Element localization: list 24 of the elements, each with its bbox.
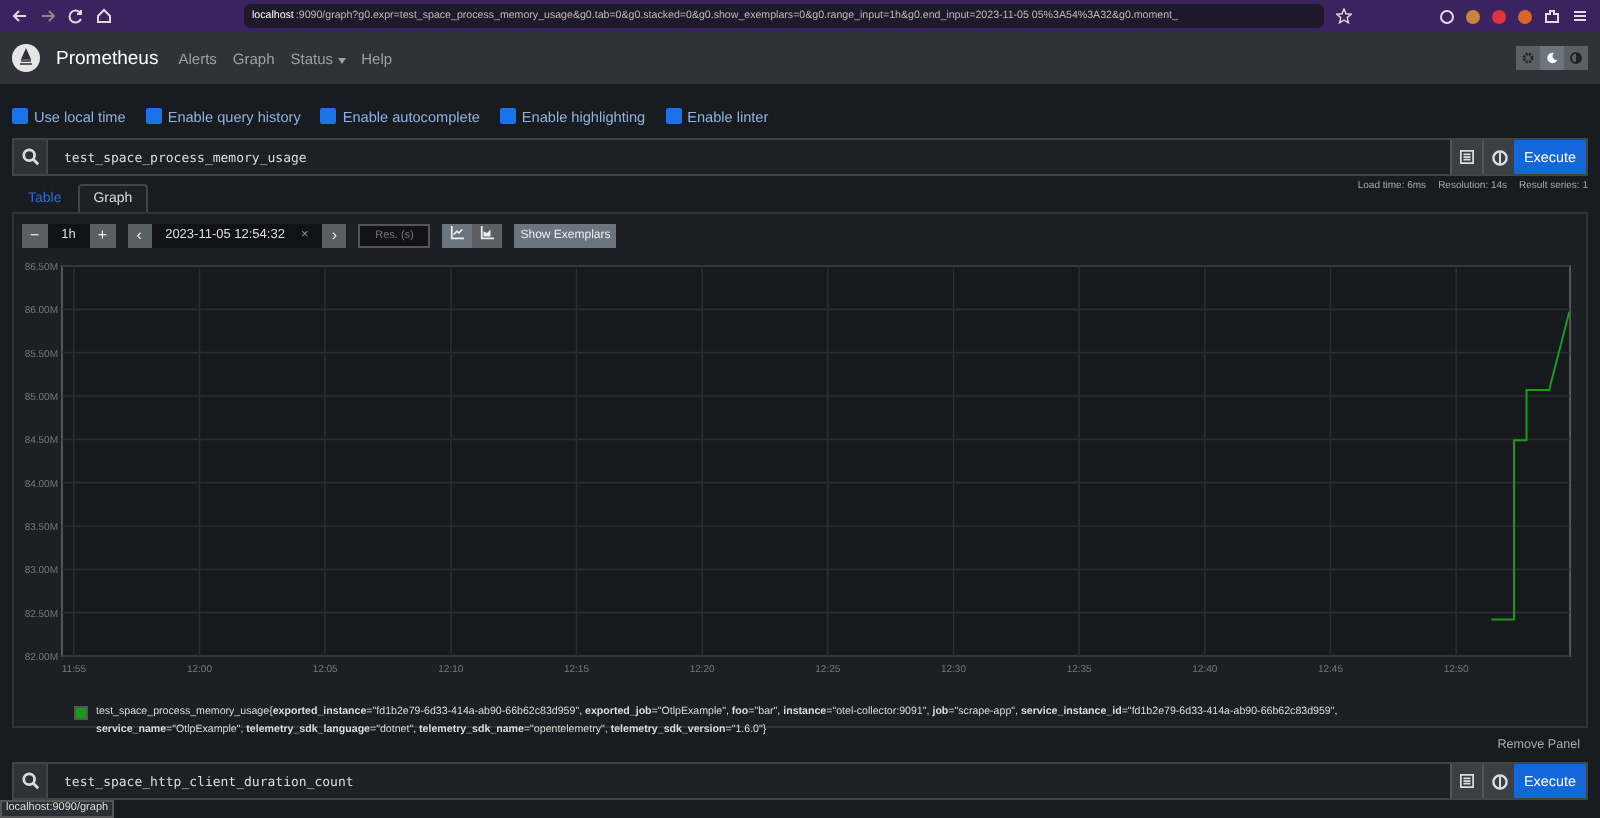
dark-theme-button[interactable] [1540, 46, 1564, 70]
brand-title[interactable]: Prometheus [56, 47, 159, 69]
back-arrow-icon[interactable] [12, 8, 28, 24]
gear-icon [1522, 52, 1534, 64]
chart-mode-button[interactable] [442, 223, 473, 247]
line-chart-icon [450, 225, 465, 239]
caret-icon [337, 57, 346, 63]
reload-icon[interactable] [68, 8, 84, 24]
contrast-button[interactable] [1564, 46, 1588, 70]
contrast-icon [1570, 52, 1582, 64]
previous-button[interactable]: ‹ [127, 223, 152, 247]
increase-range-button[interactable]: + [89, 223, 116, 247]
puzzle-icon[interactable] [1544, 8, 1560, 24]
menu-icon[interactable] [1572, 8, 1588, 24]
moon-icon [1546, 52, 1558, 64]
settings-button[interactable] [1516, 46, 1540, 70]
prometheus-logo-icon[interactable] [12, 44, 40, 72]
chart-mode-button[interactable] [472, 223, 503, 247]
decrease-range-button[interactable]: − [22, 223, 48, 247]
area-chart-icon [480, 225, 495, 239]
star-icon[interactable] [1336, 8, 1352, 24]
forward-arrow-icon[interactable] [40, 8, 56, 24]
home-icon[interactable] [96, 8, 112, 24]
next-button[interactable]: › [322, 223, 347, 247]
